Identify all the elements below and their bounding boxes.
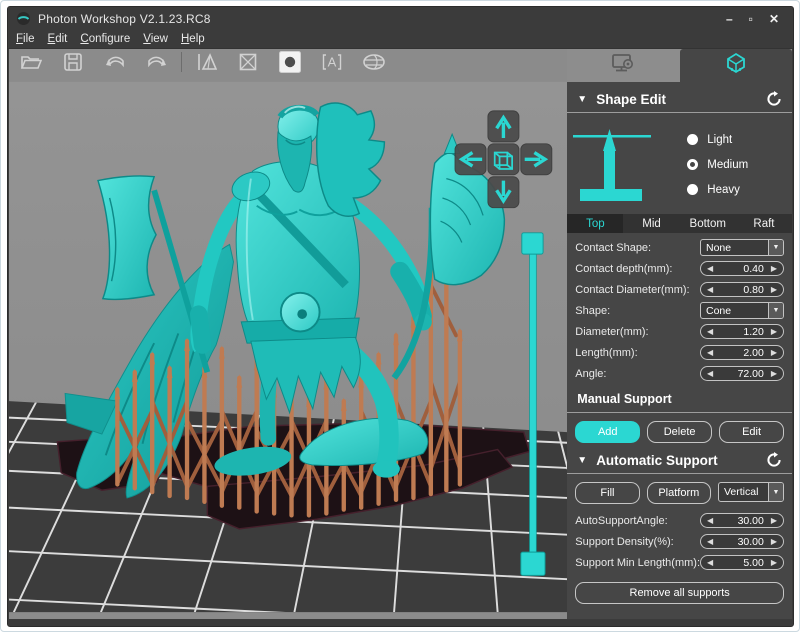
field-support-density: Support Density(%): ◀ 30.00 ▶ bbox=[567, 531, 792, 552]
stepper-increase-icon[interactable]: ▶ bbox=[771, 348, 777, 358]
settings-panel: ▼ Shape Edit Light Medium Heavy bbox=[567, 82, 792, 619]
menu-file[interactable]: File bbox=[16, 33, 35, 45]
dropdown-caret-icon[interactable]: ▼ bbox=[768, 240, 783, 255]
menu-bar: File Edit Configure View Help bbox=[8, 30, 793, 49]
menu-help[interactable]: Help bbox=[181, 33, 205, 45]
remove-all-supports-button[interactable]: Remove all supports bbox=[575, 582, 784, 604]
panel-tab-bar bbox=[567, 49, 792, 82]
field-support-min-length: Support Min Length(mm): ◀ 5.00 ▶ bbox=[567, 552, 792, 573]
redo-icon[interactable] bbox=[145, 51, 169, 73]
minimize-button[interactable]: – bbox=[726, 12, 733, 26]
support-density-stepper[interactable]: ◀ 30.00 ▶ bbox=[700, 534, 784, 549]
field-auto-support-angle: AutoSupportAngle: ◀ 30.00 ▶ bbox=[567, 510, 792, 531]
menu-edit[interactable]: Edit bbox=[48, 33, 68, 45]
stepper-increase-icon[interactable]: ▶ bbox=[771, 369, 777, 379]
contact-diameter-stepper[interactable]: ◀ 0.80 ▶ bbox=[700, 282, 784, 297]
diameter-stepper[interactable]: ◀ 1.20 ▶ bbox=[700, 324, 784, 339]
field-diameter: Diameter(mm): ◀ 1.20 ▶ bbox=[567, 321, 792, 342]
support-min-length-stepper[interactable]: ◀ 5.00 ▶ bbox=[700, 555, 784, 570]
open-file-icon[interactable] bbox=[19, 51, 43, 73]
shape-edit-title: Shape Edit bbox=[596, 92, 666, 107]
stepper-increase-icon[interactable]: ▶ bbox=[771, 327, 777, 337]
shape-dropdown[interactable]: Cone ▼ bbox=[700, 302, 784, 319]
reset-shape-edit-icon[interactable] bbox=[766, 91, 782, 107]
tab-top[interactable]: Top bbox=[567, 214, 623, 233]
auto-support-angle-stepper[interactable]: ◀ 30.00 ▶ bbox=[700, 513, 784, 528]
manual-support-label: Manual Support bbox=[577, 392, 782, 406]
toolbar: A bbox=[9, 49, 567, 75]
radio-light[interactable]: Light bbox=[687, 134, 748, 146]
field-shape: Shape: Cone ▼ bbox=[567, 300, 792, 321]
platform-button[interactable]: Platform bbox=[647, 482, 711, 504]
app-icon bbox=[16, 11, 31, 26]
stepper-increase-icon[interactable]: ▶ bbox=[771, 285, 777, 295]
field-contact-depth: Contact depth(mm): ◀ 0.40 ▶ bbox=[567, 258, 792, 279]
support-direction-dropdown[interactable]: Vertical ▼ bbox=[718, 482, 784, 502]
dropdown-caret-icon[interactable]: ▼ bbox=[768, 483, 783, 501]
app-window: Photon Workshop V2.1.23.RC8 – ▫ ✕ File E… bbox=[7, 6, 794, 627]
title-bar: Photon Workshop V2.1.23.RC8 – ▫ ✕ bbox=[8, 7, 793, 30]
support-weight-radios: Light Medium Heavy bbox=[687, 134, 748, 196]
3d-viewport[interactable] bbox=[9, 75, 567, 619]
monitor-gear-icon bbox=[610, 51, 636, 80]
collapse-caret-icon[interactable]: ▼ bbox=[577, 455, 587, 466]
tab-bottom[interactable]: Bottom bbox=[680, 214, 736, 233]
close-button[interactable]: ✕ bbox=[769, 12, 779, 26]
reset-automatic-support-icon[interactable] bbox=[766, 452, 782, 468]
field-angle: Angle: ◀ 72.00 ▶ bbox=[567, 363, 792, 384]
divider bbox=[567, 473, 792, 474]
support-tool-icon[interactable] bbox=[278, 51, 302, 73]
z-slider-bottom-handle[interactable] bbox=[521, 552, 545, 575]
delete-support-button[interactable]: Delete bbox=[647, 421, 712, 443]
angle-stepper[interactable]: ◀ 72.00 ▶ bbox=[700, 366, 784, 381]
menu-configure[interactable]: Configure bbox=[80, 33, 130, 45]
menu-view[interactable]: View bbox=[143, 33, 168, 45]
printer-settings-tab[interactable] bbox=[567, 49, 679, 82]
divider bbox=[567, 112, 792, 113]
contact-shape-dropdown[interactable]: None ▼ bbox=[700, 239, 784, 256]
stepper-increase-icon[interactable]: ▶ bbox=[771, 264, 777, 274]
support-shape-preview bbox=[573, 121, 653, 208]
stepper-increase-icon[interactable]: ▶ bbox=[771, 537, 777, 547]
support-section-tabs: Top Mid Bottom Raft bbox=[567, 214, 792, 233]
field-length: Length(mm): ◀ 2.00 ▶ bbox=[567, 342, 792, 363]
text-tool-icon[interactable]: A bbox=[320, 51, 344, 73]
save-file-icon[interactable] bbox=[61, 51, 85, 73]
screenshot-frame: Photon Workshop V2.1.23.RC8 – ▫ ✕ File E… bbox=[0, 0, 800, 632]
toolbar-separator bbox=[181, 52, 182, 72]
maximize-button[interactable]: ▫ bbox=[749, 12, 753, 26]
collapse-caret-icon[interactable]: ▼ bbox=[577, 94, 587, 105]
shape-edit-header: ▼ Shape Edit bbox=[577, 91, 782, 107]
stepper-increase-icon[interactable]: ▶ bbox=[771, 516, 777, 526]
tab-raft[interactable]: Raft bbox=[736, 214, 792, 233]
scale-icon[interactable] bbox=[236, 51, 260, 73]
radio-heavy[interactable]: Heavy bbox=[687, 184, 748, 196]
radio-dot-icon bbox=[687, 134, 698, 145]
fill-button[interactable]: Fill bbox=[575, 482, 639, 504]
field-contact-shape: Contact Shape: None ▼ bbox=[567, 237, 792, 258]
window-title: Photon Workshop V2.1.23.RC8 bbox=[38, 12, 719, 26]
radio-dot-selected-icon bbox=[687, 159, 698, 170]
z-slider-top-handle[interactable] bbox=[522, 233, 543, 254]
automatic-support-title: Automatic Support bbox=[596, 453, 718, 468]
automatic-support-header: ▼ Automatic Support bbox=[577, 452, 782, 468]
radio-medium[interactable]: Medium bbox=[687, 159, 748, 171]
add-support-button[interactable]: Add bbox=[575, 421, 640, 443]
support-box-icon bbox=[724, 51, 748, 80]
field-contact-diameter: Contact Diameter(mm): ◀ 0.80 ▶ bbox=[567, 279, 792, 300]
slice-tool-icon[interactable] bbox=[362, 51, 386, 73]
tab-mid[interactable]: Mid bbox=[623, 214, 679, 233]
svg-text:A: A bbox=[328, 55, 337, 70]
mirror-icon[interactable] bbox=[194, 51, 218, 73]
undo-icon[interactable] bbox=[103, 51, 127, 73]
length-stepper[interactable]: ◀ 2.00 ▶ bbox=[700, 345, 784, 360]
contact-depth-stepper[interactable]: ◀ 0.40 ▶ bbox=[700, 261, 784, 276]
edit-support-button[interactable]: Edit bbox=[719, 421, 784, 443]
dropdown-caret-icon[interactable]: ▼ bbox=[768, 303, 783, 318]
radio-dot-icon bbox=[687, 184, 698, 195]
divider bbox=[567, 412, 792, 413]
stepper-increase-icon[interactable]: ▶ bbox=[771, 558, 777, 568]
support-edit-tab[interactable] bbox=[680, 49, 792, 82]
